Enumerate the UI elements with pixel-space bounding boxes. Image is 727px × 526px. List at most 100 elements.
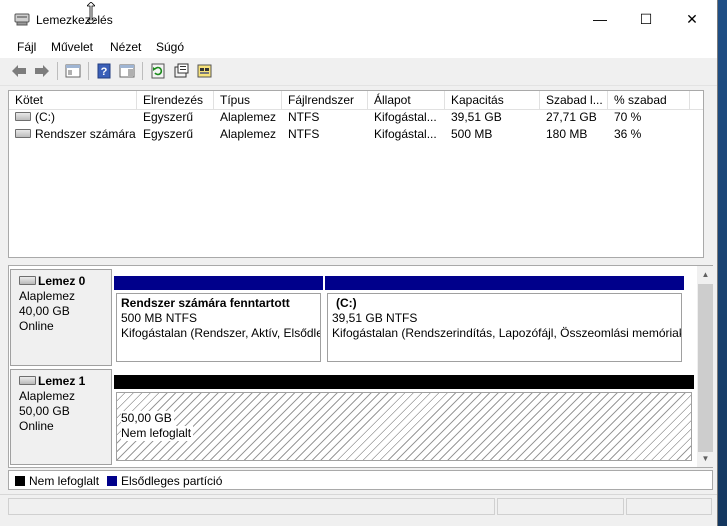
menu-view[interactable]: Nézet	[110, 40, 141, 54]
back-arrow-icon	[12, 65, 26, 77]
column-header-status[interactable]: Állapot	[368, 91, 445, 109]
column-header-type[interactable]: Típus	[214, 91, 282, 109]
back-button[interactable]	[10, 62, 28, 80]
scroll-down-button[interactable]: ▼	[697, 450, 714, 467]
disk-management-window: Lemezkezelés — ☐ ✕ Fájl Művelet Nézet Sú…	[0, 0, 718, 526]
console-tree-icon	[65, 64, 81, 78]
volume-list-header: Kötet Elrendezés Típus Fájlrendszer Álla…	[9, 91, 703, 110]
chevron-up-icon: ▲	[701, 270, 710, 279]
volume-percent-free: 70 %	[614, 110, 642, 124]
volume-row[interactable]: (C:) Egyszerű Alaplemez NTFS Kifogástal.…	[9, 109, 703, 126]
menu-bar: Fájl Művelet Nézet Súgó	[0, 38, 717, 58]
volume-icon	[15, 129, 31, 139]
column-header-percent-free[interactable]: % szabad	[608, 91, 690, 109]
help-button[interactable]: ?	[95, 62, 113, 80]
legend-item-primary-partition: Elsődleges partíció	[107, 474, 222, 488]
window-title: Lemezkezelés	[36, 13, 113, 27]
forward-button[interactable]	[33, 62, 51, 80]
column-header-volume[interactable]: Kötet	[9, 91, 137, 109]
disk-size: 40,00 GB	[19, 304, 70, 318]
toolbar-separator	[57, 62, 58, 80]
partition-status: Kifogástalan (Rendszer, Aktív, Elsődlege…	[121, 326, 320, 340]
show-pane-button[interactable]	[118, 62, 136, 80]
partition-system-reserved[interactable]: Rendszer számára fenntartott 500 MB NTFS…	[114, 276, 323, 364]
legend-bar: Nem lefoglalt Elsődleges partíció	[8, 470, 713, 490]
disk-name: Lemez 0	[38, 274, 86, 288]
disk-0-label[interactable]: Lemez 0 Alaplemez 40,00 GB Online	[10, 269, 112, 366]
close-button[interactable]: ✕	[669, 0, 715, 38]
minimize-icon: —	[593, 11, 607, 27]
partition-size: 500 MB NTFS	[121, 311, 198, 325]
volume-capacity: 500 MB	[451, 127, 493, 141]
legend-swatch	[107, 476, 117, 486]
column-header-layout[interactable]: Elrendezés	[137, 91, 214, 109]
disk-name: Lemez 1	[38, 374, 86, 388]
properties-button[interactable]	[172, 62, 190, 80]
partition-status: Kifogástalan (Rendszerindítás, Lapozófáj…	[332, 326, 681, 340]
legend-item-unallocated: Nem lefoglalt	[15, 474, 99, 488]
disk-1-label[interactable]: Lemez 1 Alaplemez 50,00 GB Online	[10, 369, 112, 465]
toolbar: ?	[0, 58, 717, 86]
wizard-button[interactable]	[196, 62, 214, 80]
column-header-free-space[interactable]: Szabad l...	[540, 91, 608, 109]
unallocated-bar	[114, 375, 694, 389]
properties-icon	[174, 63, 189, 78]
refresh-icon	[151, 63, 165, 79]
disk-type: Alaplemez	[19, 289, 76, 303]
menu-help[interactable]: Súgó	[156, 40, 184, 54]
volume-name: (C:)	[35, 110, 55, 124]
help-icon: ?	[97, 63, 111, 79]
disk-status: Online	[19, 419, 54, 433]
menu-action[interactable]: Művelet	[51, 40, 93, 54]
partition-status: Nem lefoglalt	[121, 426, 194, 441]
disk-view-scrollbar[interactable]: ▲ ▼	[697, 266, 714, 467]
primary-partition-bar	[325, 276, 684, 290]
primary-partition-bar	[114, 276, 323, 290]
minimize-button[interactable]: —	[577, 0, 623, 38]
show-pane-icon	[119, 64, 135, 78]
volume-filesystem: NTFS	[288, 127, 320, 141]
partition-c-drive[interactable]: (C:) 39,51 GB NTFS Kifogástalan (Rendsze…	[325, 276, 684, 364]
volume-name-cell: Rendszer számára ...	[9, 126, 137, 143]
forward-arrow-icon	[35, 65, 49, 77]
legend-swatch	[15, 476, 25, 486]
volume-status: Kifogástal...	[374, 110, 437, 124]
scroll-up-button[interactable]: ▲	[697, 266, 714, 283]
column-header-filesystem[interactable]: Fájlrendszer	[282, 91, 368, 109]
resize-cursor-icon	[87, 2, 95, 24]
volume-row[interactable]: Rendszer számára ... Egyszerű Alaplemez …	[9, 126, 703, 143]
volume-percent-free: 36 %	[614, 127, 642, 141]
partition-size: 39,51 GB NTFS	[332, 311, 418, 325]
maximize-icon: ☐	[639, 10, 653, 27]
volume-status: Kifogástal...	[374, 127, 437, 141]
partition-details: Rendszer számára fenntartott 500 MB NTFS…	[116, 293, 321, 362]
console-tree-button[interactable]	[64, 62, 82, 80]
volume-name-cell: (C:)	[9, 109, 137, 126]
menu-file[interactable]: Fájl	[17, 40, 36, 54]
legend-label: Nem lefoglalt	[29, 474, 100, 488]
volume-layout: Egyszerű	[143, 110, 194, 124]
partition-name: Rendszer számára fenntartott	[121, 296, 290, 310]
volume-layout: Egyszerű	[143, 127, 194, 141]
refresh-button[interactable]	[149, 62, 167, 80]
volume-name: Rendszer számára ...	[35, 127, 137, 141]
disk-status: Online	[19, 319, 54, 333]
legend-label: Elsődleges partíció	[121, 474, 223, 488]
volume-filesystem: NTFS	[288, 110, 320, 124]
status-bar	[0, 494, 717, 519]
volume-list[interactable]: Kötet Elrendezés Típus Fájlrendszer Álla…	[8, 90, 704, 258]
volume-capacity: 39,51 GB	[451, 110, 502, 124]
volume-type: Alaplemez	[220, 127, 277, 141]
status-bar-segment	[8, 498, 495, 515]
scroll-thumb[interactable]	[698, 284, 713, 452]
partition-details: 50,00 GB Nem lefoglalt	[116, 392, 692, 461]
wizard-icon	[197, 64, 212, 78]
column-header-capacity[interactable]: Kapacitás	[445, 91, 540, 109]
maximize-button[interactable]: ☐	[623, 0, 669, 38]
disk-graphical-view[interactable]: Lemez 0 Alaplemez 40,00 GB Online Rendsz…	[8, 265, 713, 468]
toolbar-separator	[142, 62, 143, 80]
partition-unallocated[interactable]: 50,00 GB Nem lefoglalt	[114, 375, 694, 463]
title-bar[interactable]: Lemezkezelés — ☐ ✕	[0, 0, 717, 38]
status-bar-segment	[626, 498, 712, 515]
svg-text:?: ?	[101, 66, 108, 78]
